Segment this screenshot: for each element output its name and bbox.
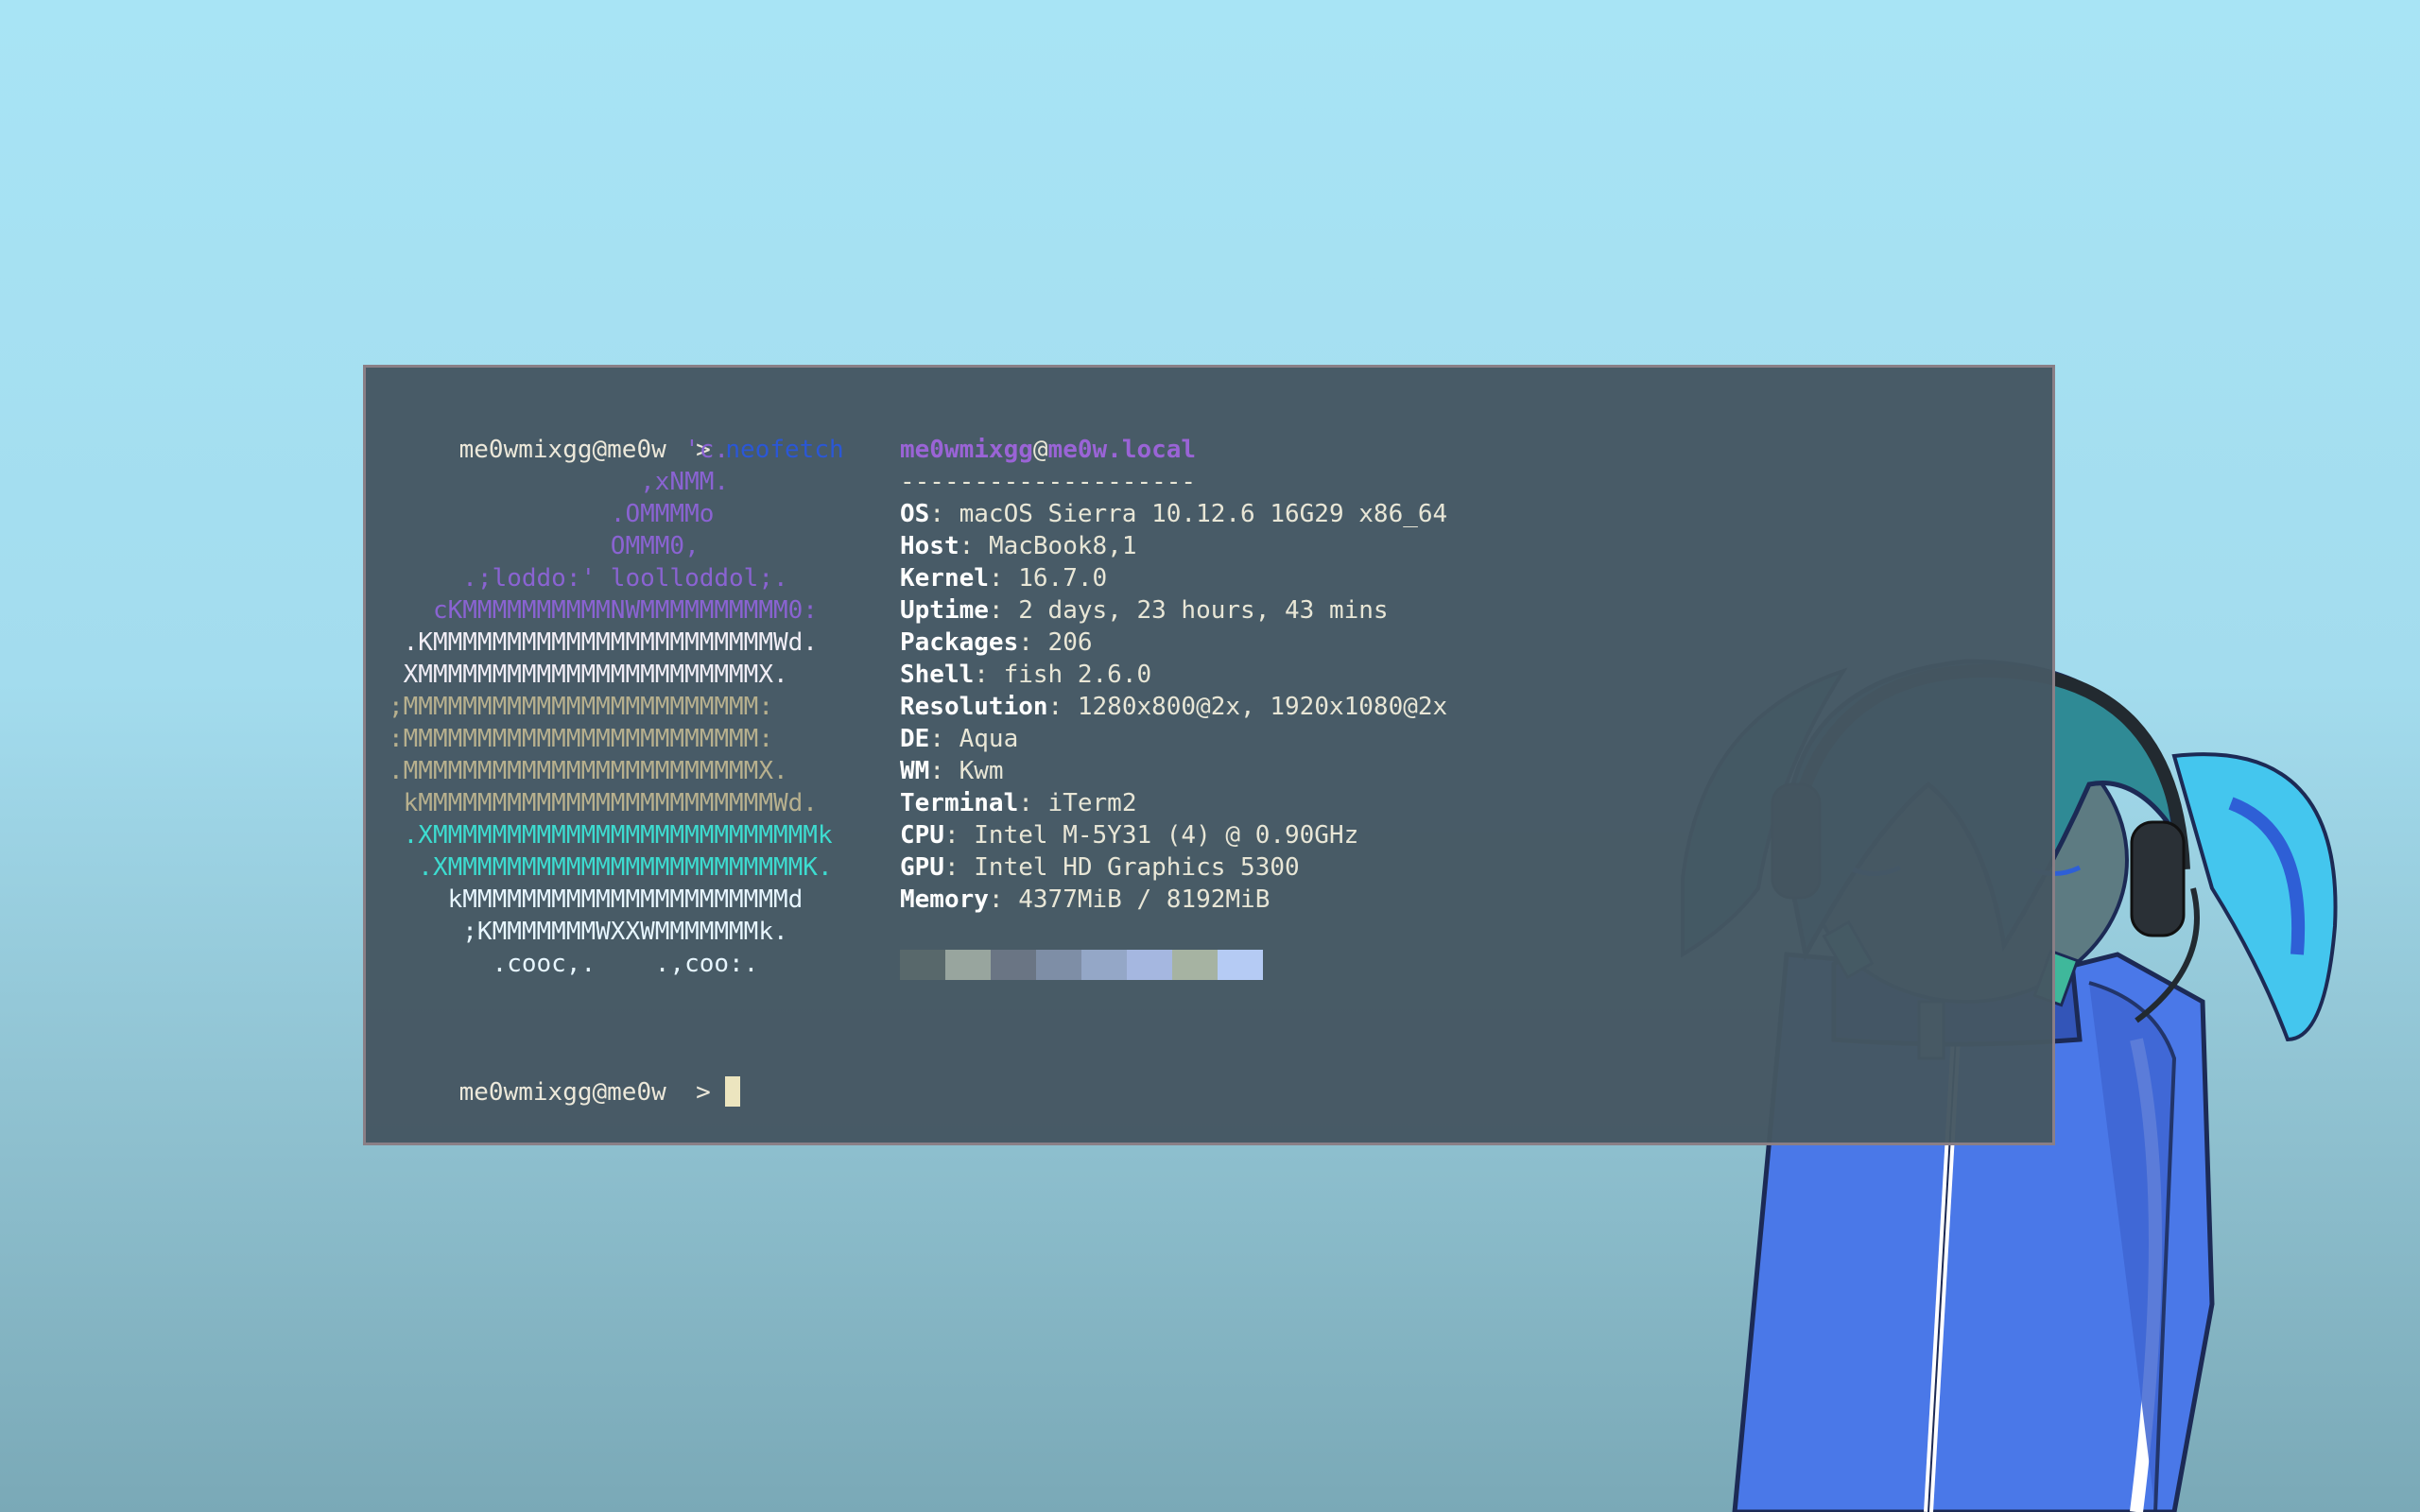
info-key: OS	[900, 500, 930, 528]
info-key: GPU	[900, 853, 944, 882]
command-text: neofetch	[725, 436, 844, 464]
logo-line: ;KMMMMMMMWXXWMMMMMMMk.	[389, 918, 788, 946]
text-cursor	[725, 1076, 741, 1107]
info-value: 4377MiB / 8192MiB	[1018, 885, 1270, 914]
info-key: Packages	[900, 628, 1019, 657]
info-value: iTerm2	[1047, 789, 1137, 817]
info-row: CPU: Intel M-5Y31 (4) @ 0.90GHz	[900, 821, 1359, 850]
info-separator: --------------------	[900, 468, 1197, 496]
color-swatch	[900, 950, 945, 980]
info-key: Kernel	[900, 564, 989, 593]
info-key: Uptime	[900, 596, 989, 625]
color-swatch	[1172, 950, 1218, 980]
prompt-line-active[interactable]: me0wmixgg@me0w >	[400, 1044, 741, 1141]
info-value: Aqua	[959, 725, 1019, 753]
logo-line: .cooc,. .,coo:.	[389, 950, 759, 978]
info-row: OS: macOS Sierra 10.12.6 16G29 x86_64	[900, 500, 1448, 528]
info-key: Resolution	[900, 693, 1048, 721]
logo-line: 'c.	[389, 436, 730, 464]
color-swatch	[945, 950, 991, 980]
logo-line: ,xNMM.	[389, 468, 730, 496]
logo-line: kMMMMMMMMMMMMMMMMMMMMMMMMWd.	[389, 789, 818, 817]
info-row: GPU: Intel HD Graphics 5300	[900, 853, 1300, 882]
info-value: MacBook8,1	[988, 532, 1137, 560]
info-key: Shell	[900, 661, 975, 689]
prompt-symbol: >	[696, 1078, 711, 1107]
info-value: 206	[1047, 628, 1093, 657]
terminal-window[interactable]: me0wmixgg@me0w > neofetch 'c. ,xNMM. .OM…	[363, 365, 2055, 1145]
logo-line: .KMMMMMMMMMMMMMMMMMMMMMMMWd.	[389, 628, 818, 657]
info-user: me0wmixgg	[900, 436, 1033, 464]
info-key: CPU	[900, 821, 944, 850]
info-value: Intel M-5Y31 (4) @ 0.90GHz	[974, 821, 1359, 850]
logo-line: kMMMMMMMMMMMMMMMMMMMMMMd	[389, 885, 804, 914]
info-row: Shell: fish 2.6.0	[900, 661, 1152, 689]
info-at: @	[1032, 436, 1048, 464]
color-swatch	[991, 950, 1036, 980]
info-value: Kwm	[959, 757, 1004, 785]
info-row: DE: Aqua	[900, 725, 1019, 753]
info-value: 16.7.0	[1018, 564, 1108, 593]
info-row: Memory: 4377MiB / 8192MiB	[900, 885, 1270, 914]
color-swatch	[1036, 950, 1081, 980]
info-value: fish 2.6.0	[1003, 661, 1152, 689]
info-key: DE	[900, 725, 930, 753]
info-value: 2 days, 23 hours, 43 mins	[1018, 596, 1389, 625]
color-palette	[900, 950, 1263, 980]
logo-line: .XMMMMMMMMMMMMMMMMMMMMMMMMMMk	[389, 821, 833, 850]
info-hostname: me0w.local	[1047, 436, 1197, 464]
logo-line: .XMMMMMMMMMMMMMMMMMMMMMMMMK.	[389, 853, 833, 882]
logo-line: .OMMMMo	[389, 500, 715, 528]
info-row: WM: Kwm	[900, 757, 1004, 785]
info-row: Terminal: iTerm2	[900, 789, 1137, 817]
info-key: Memory	[900, 885, 989, 914]
prompt-host: me0wmixgg@me0w	[458, 1078, 666, 1107]
logo-line: ;MMMMMMMMMMMMMMMMMMMMMMMM:	[389, 693, 773, 721]
info-row: Host: MacBook8,1	[900, 532, 1137, 560]
logo-line: cKMMMMMMMMMMNWMMMMMMMMMM0:	[389, 596, 818, 625]
info-row: Resolution: 1280x800@2x, 1920x1080@2x	[900, 693, 1448, 721]
info-value: Intel HD Graphics 5300	[974, 853, 1300, 882]
info-value: macOS Sierra 10.12.6 16G29 x86_64	[959, 500, 1448, 528]
logo-line: OMMM0,	[389, 532, 700, 560]
info-key: WM	[900, 757, 930, 785]
user-host-title: me0wmixgg@me0w.local	[900, 434, 1196, 466]
info-key: Host	[900, 532, 959, 560]
logo-line: .;loddo:' loolloddol;.	[389, 564, 788, 593]
info-value: 1280x800@2x, 1920x1080@2x	[1077, 693, 1448, 721]
color-swatch	[1127, 950, 1172, 980]
color-swatch	[1218, 950, 1263, 980]
info-key: Terminal	[900, 789, 1019, 817]
logo-line: .MMMMMMMMMMMMMMMMMMMMMMMMX.	[389, 757, 788, 785]
info-row: Kernel: 16.7.0	[900, 564, 1108, 593]
color-swatch	[1081, 950, 1127, 980]
logo-line: :MMMMMMMMMMMMMMMMMMMMMMMM:	[389, 725, 773, 753]
info-row: Packages: 206	[900, 628, 1093, 657]
logo-line: XMMMMMMMMMMMMMMMMMMMMMMMX.	[389, 661, 788, 689]
info-row: Uptime: 2 days, 23 hours, 43 mins	[900, 596, 1389, 625]
